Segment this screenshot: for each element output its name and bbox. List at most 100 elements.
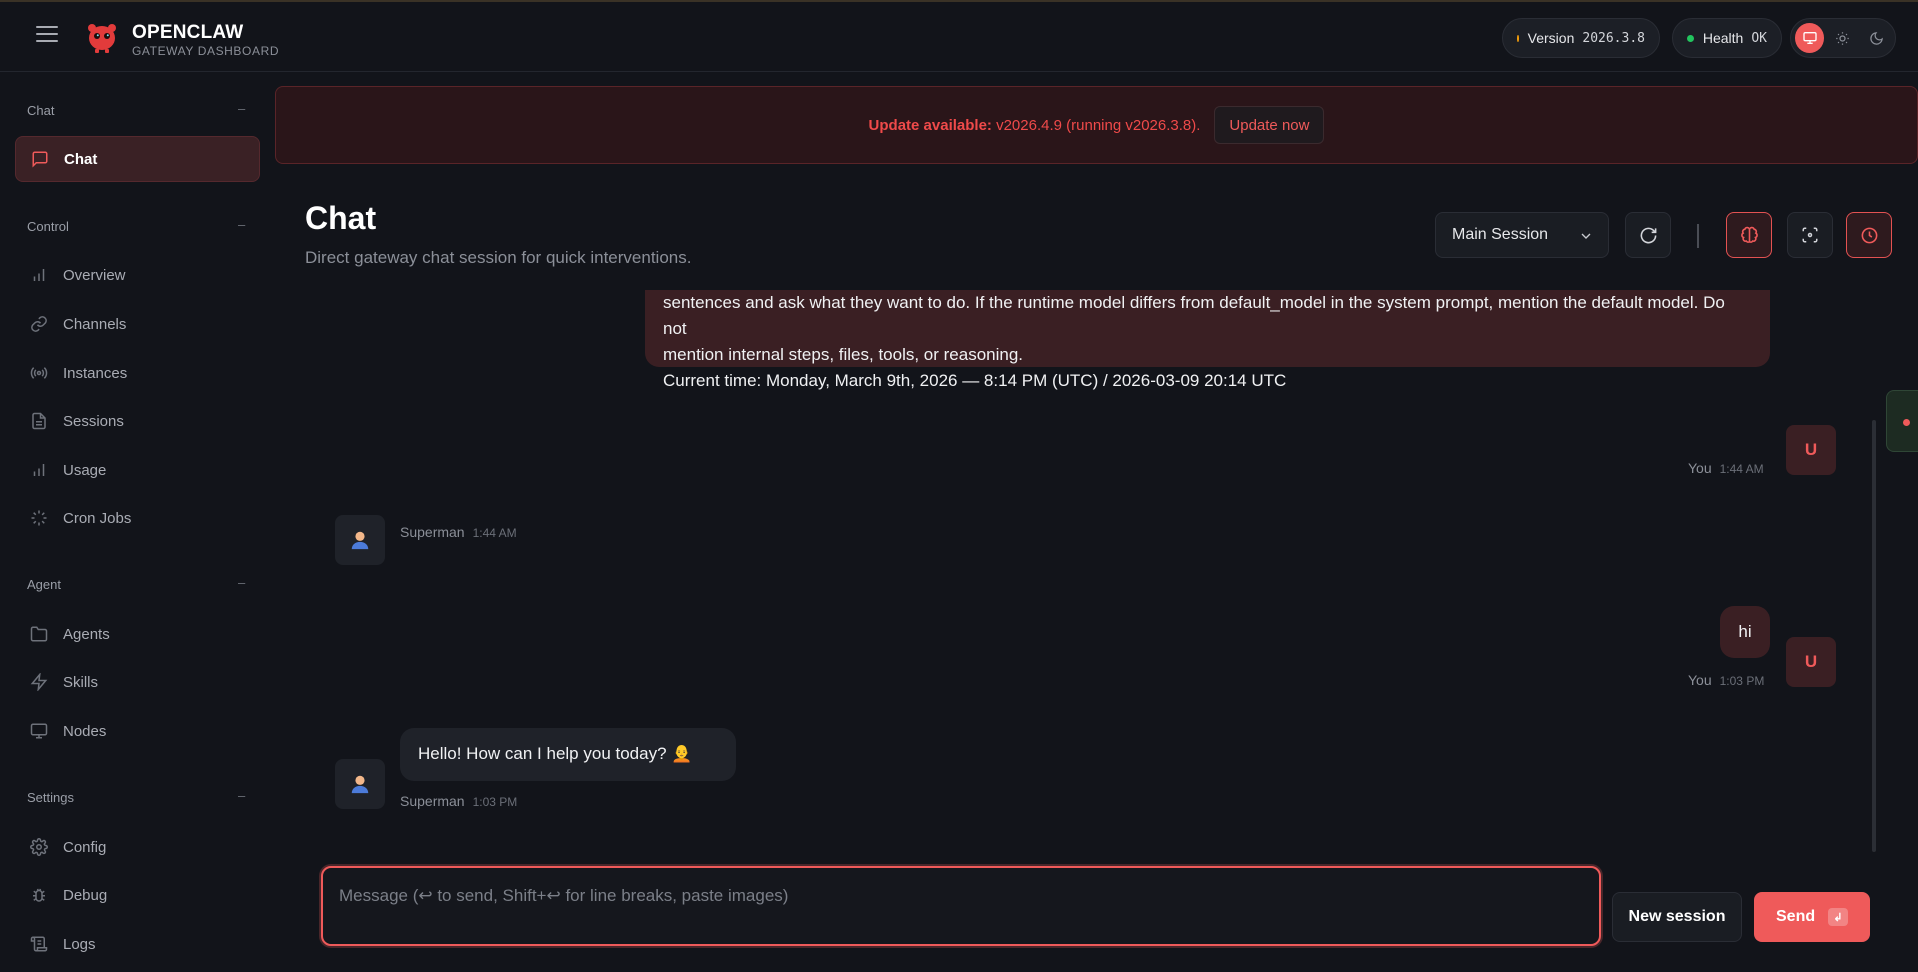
sidebar-item-label: Cron Jobs <box>63 509 132 527</box>
sidebar-item-label: Overview <box>63 266 126 284</box>
sidebar-item-nodes[interactable]: Nodes <box>15 708 260 754</box>
radio-icon <box>29 363 49 383</box>
send-button-label: Send <box>1776 908 1816 925</box>
thinking-toggle-button[interactable] <box>1726 212 1772 258</box>
message-time: 1:44 AM <box>1719 462 1764 476</box>
update-now-button[interactable]: Update now <box>1214 106 1325 144</box>
theme-switcher <box>1790 18 1896 58</box>
sidebar-item-label: Nodes <box>63 722 107 740</box>
new-session-button[interactable]: New session <box>1612 892 1742 942</box>
sidebar-item-debug[interactable]: Debug <box>15 872 260 918</box>
message-text-line: Current time: Monday, March 9th, 2026 — … <box>663 371 1287 390</box>
message-square-icon <box>30 149 50 169</box>
brand-title: OPENCLAW <box>132 22 244 43</box>
message-time: 1:03 PM <box>472 795 518 809</box>
chat-thread: sentences and ask what they want to do. … <box>300 290 1860 850</box>
sidebar-item-agents[interactable]: Agents <box>15 611 260 657</box>
assistant-avatar <box>335 759 385 809</box>
refresh-icon <box>1640 227 1656 243</box>
status-dot <box>1903 419 1910 426</box>
assistant-avatar <box>335 515 385 565</box>
user-avatar: U <box>1786 425 1836 475</box>
page-subtitle: Direct gateway chat session for quick in… <box>305 248 692 267</box>
sidebar-item-label: Instances <box>63 364 128 382</box>
theme-system-button[interactable] <box>1795 23 1825 53</box>
sidebar-item-label: Debug <box>63 886 108 904</box>
update-banner-prefix: Update available: <box>868 116 992 134</box>
sidebar-item-channels[interactable]: Channels <box>15 301 260 347</box>
message-meta: You 1:03 PM <box>1688 672 1764 688</box>
sidebar-item-config[interactable]: Config <box>15 824 260 870</box>
section-title-agent: Agent <box>27 577 61 592</box>
sidebar-item-sessions[interactable]: Sessions <box>15 398 260 444</box>
section-title-control: Control <box>27 219 69 234</box>
bald-person-icon <box>351 775 369 794</box>
message-text: Hello! How can I help you today? 🧑‍🦲 <box>418 744 693 763</box>
health-badge: Health OK <box>1672 18 1782 58</box>
bar-chart-icon <box>29 460 49 480</box>
message-input[interactable] <box>327 872 1595 940</box>
chevron-down-icon <box>1581 233 1591 239</box>
message-meta: You 1:44 AM <box>1688 460 1764 476</box>
session-select[interactable]: Main Session <box>1435 212 1609 258</box>
bug-icon <box>29 885 49 905</box>
settings-icon <box>29 837 49 857</box>
version-status-dot <box>1517 34 1519 42</box>
sidebar-item-label: Agents <box>63 625 110 643</box>
menu-icon[interactable] <box>36 26 58 46</box>
focus-mode-button[interactable] <box>1787 212 1833 258</box>
sidebar-item-logs[interactable]: Logs <box>15 921 260 967</box>
sidebar-item-label: Chat <box>64 150 98 168</box>
theme-light-button[interactable] <box>1828 23 1857 53</box>
chat-scrollbar[interactable] <box>1872 420 1876 852</box>
health-status-dot <box>1687 34 1694 42</box>
send-button[interactable]: Send ↲ <box>1754 892 1870 942</box>
sidebar-item-skills[interactable]: Skills <box>15 659 260 705</box>
side-panel-tab[interactable] <box>1886 390 1918 452</box>
update-banner-version: v2026.4.9 (running v2026.3.8). <box>991 116 1201 134</box>
sun-icon <box>1836 31 1850 45</box>
message-author: Superman <box>400 524 465 540</box>
message-time: 1:03 PM <box>1719 674 1765 688</box>
health-value: OK <box>1751 30 1767 46</box>
collapse-control-button[interactable]: – <box>238 217 245 232</box>
message-author: You <box>1688 460 1712 476</box>
sidebar-item-usage[interactable]: Usage <box>15 447 260 493</box>
health-label: Health <box>1702 30 1744 46</box>
brand-subtitle: GATEWAY DASHBOARD <box>132 44 280 58</box>
sidebar-item-label: Skills <box>63 673 99 691</box>
history-toggle-button[interactable] <box>1846 212 1892 258</box>
message-meta: Superman 1:03 PM <box>400 793 517 809</box>
sidebar-item-overview[interactable]: Overview <box>15 252 260 298</box>
theme-dark-button[interactable] <box>1862 23 1891 53</box>
section-title-settings: Settings <box>27 790 74 805</box>
sidebar-item-chat[interactable]: Chat <box>15 136 260 182</box>
sidebar-item-cron-jobs[interactable]: Cron Jobs <box>15 495 260 541</box>
assistant-message-bubble: Hello! How can I help you today? 🧑‍🦲 <box>400 728 736 781</box>
file-text-icon <box>29 411 49 431</box>
sidebar-item-label: Sessions <box>63 412 124 430</box>
link-icon <box>29 314 49 334</box>
message-author: Superman <box>400 793 465 809</box>
monitor-icon <box>1802 31 1817 44</box>
folder-icon <box>29 624 49 644</box>
user-message-bubble: hi <box>1720 606 1770 658</box>
message-composer <box>321 866 1601 946</box>
zap-icon <box>29 672 49 692</box>
update-banner: Update available: v2026.4.9 (running v20… <box>275 86 1918 164</box>
scan-focus-icon <box>1802 227 1818 243</box>
sidebar: Chat – Chat Control – Overview Channels … <box>0 72 272 972</box>
app-header: OPENCLAW GATEWAY DASHBOARD Version 2026.… <box>0 2 1918 72</box>
user-message-bubble: sentences and ask what they want to do. … <box>645 290 1770 390</box>
collapse-settings-button[interactable]: – <box>238 788 245 803</box>
message-meta: Superman 1:44 AM <box>400 524 517 540</box>
message-text: hi <box>1738 622 1752 641</box>
version-label: Version <box>1527 30 1575 46</box>
enter-key-icon: ↲ <box>1828 908 1848 926</box>
collapse-agent-button[interactable]: – <box>238 575 245 590</box>
loader-icon <box>29 508 49 528</box>
message-time: 1:44 AM <box>472 526 517 540</box>
sidebar-item-instances[interactable]: Instances <box>15 350 260 396</box>
collapse-chat-button[interactable]: – <box>238 101 245 116</box>
refresh-button[interactable] <box>1625 212 1671 258</box>
